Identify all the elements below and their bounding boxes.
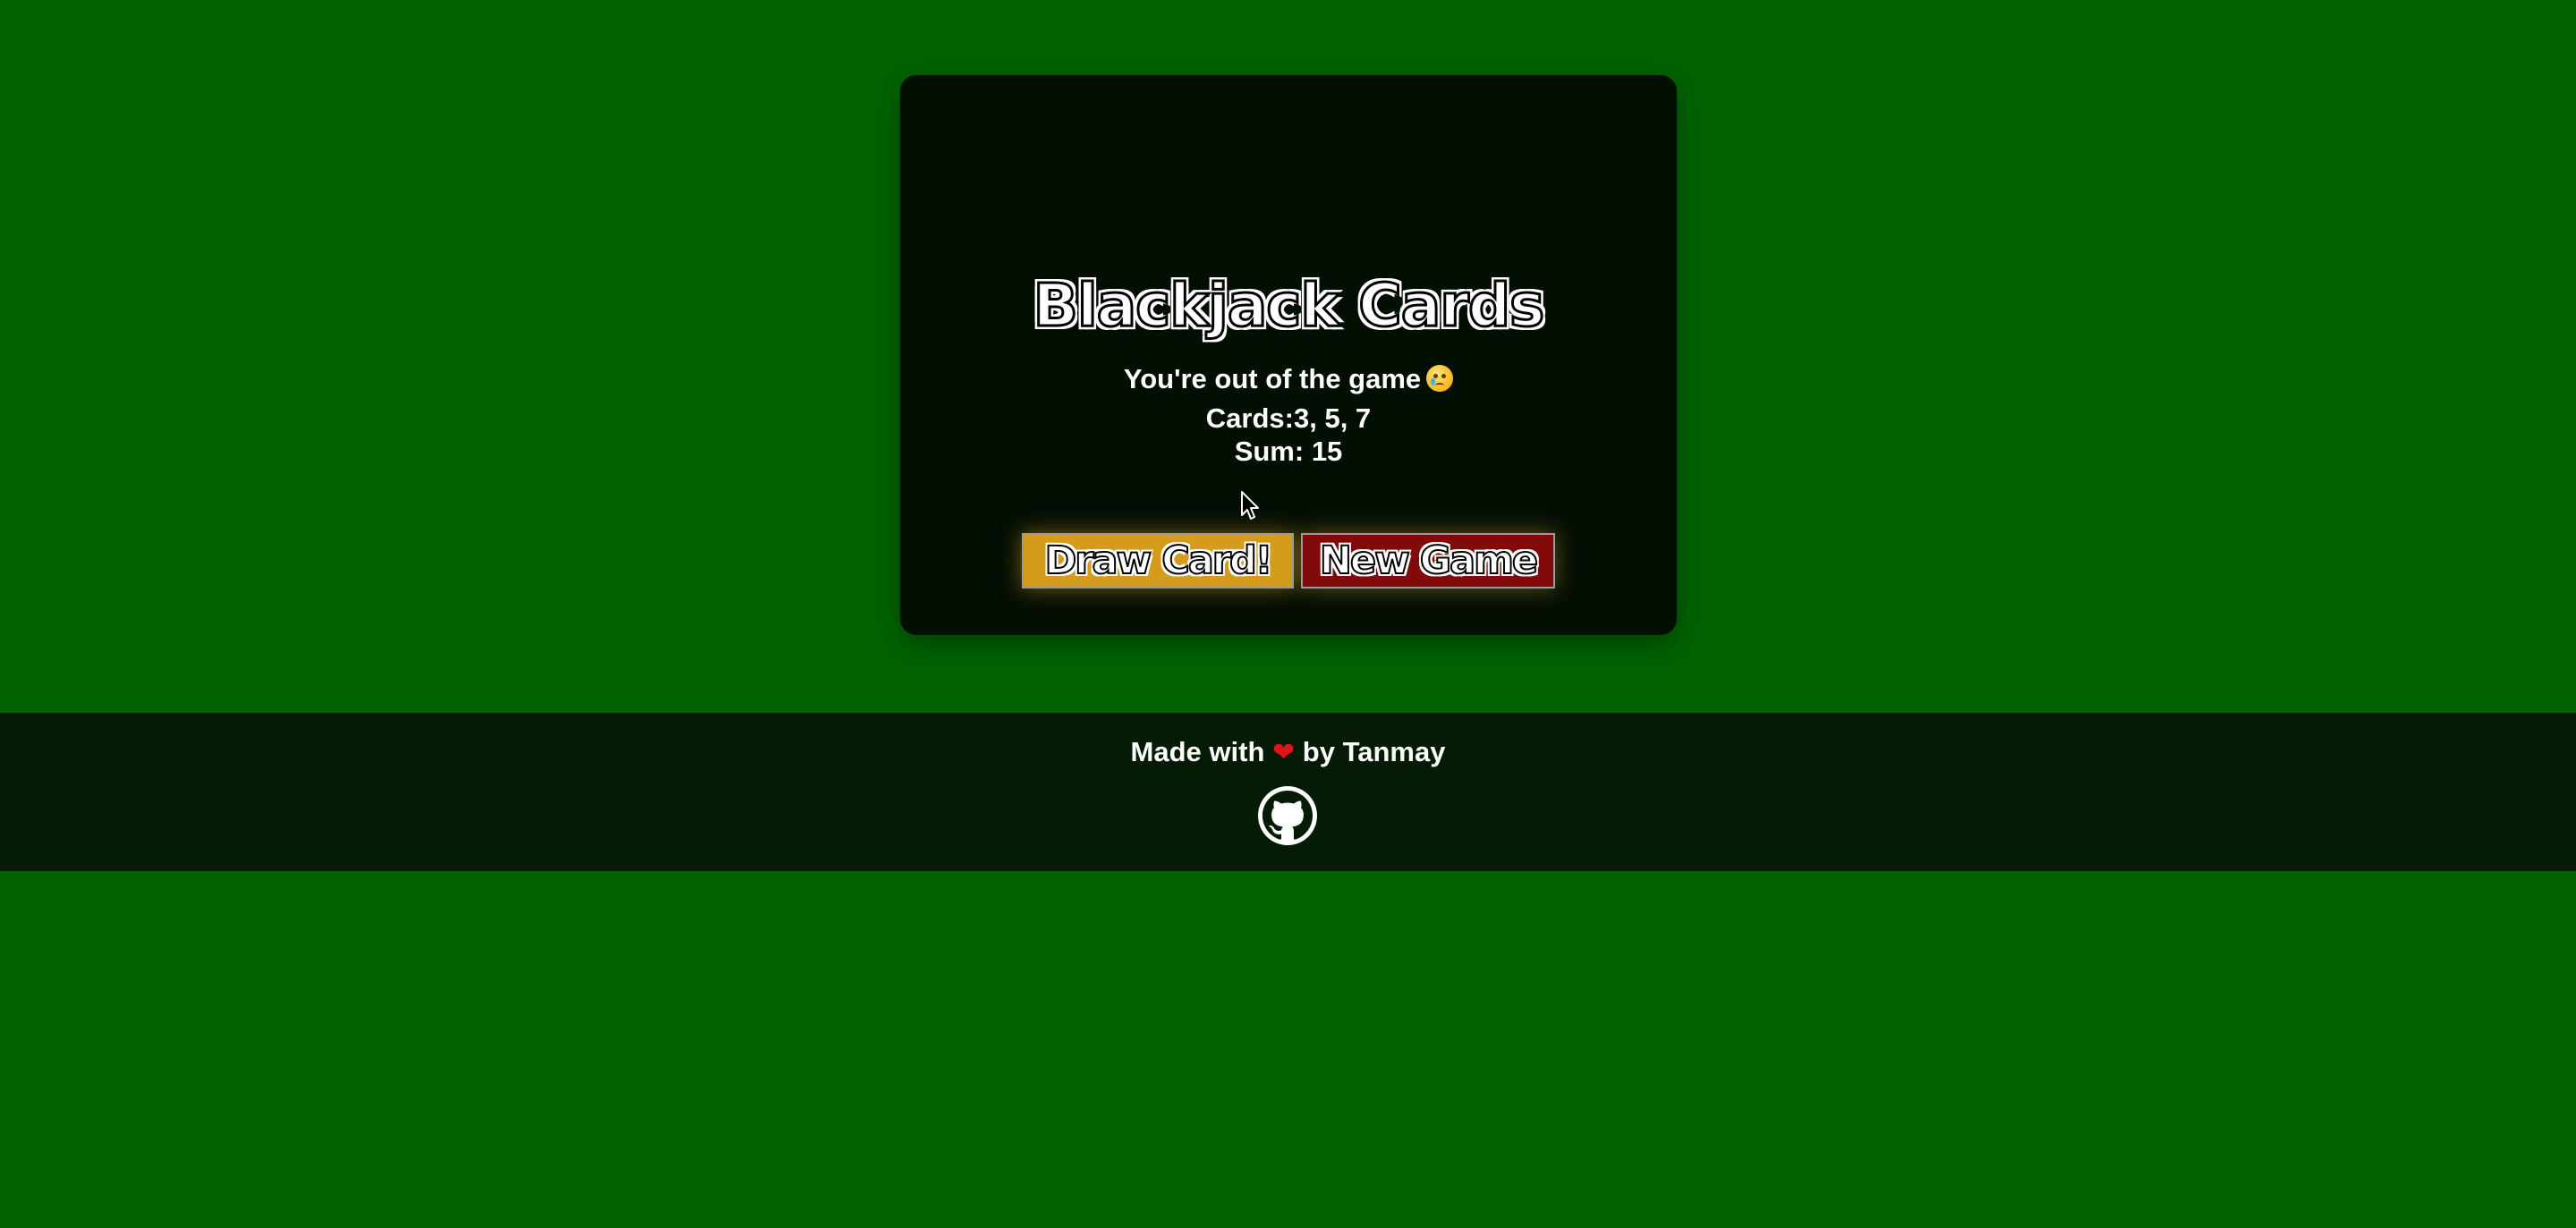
page: Blackjack Cards You're out of the game C… — [0, 0, 2576, 1228]
cards-values: 3, 5, 7 — [1294, 402, 1372, 434]
cards-display: Cards:3, 5, 7 — [900, 402, 1677, 436]
footer: Made with ❤ by Tanmay — [0, 713, 2576, 871]
cards-label: Cards: — [1205, 402, 1294, 434]
new-game-button[interactable]: New Game — [1301, 533, 1555, 589]
game-title: Blackjack Cards — [1032, 270, 1546, 342]
heart-icon: ❤ — [1272, 737, 1296, 768]
sum-label: Sum: — [1234, 436, 1312, 467]
crying-face-icon — [1426, 365, 1454, 392]
game-message-text: You're out of the game — [1123, 363, 1422, 394]
github-icon[interactable] — [1258, 786, 1317, 845]
sum-display: Sum: 15 — [900, 435, 1677, 469]
mouse-cursor-icon — [1241, 491, 1259, 520]
game-message: You're out of the game — [900, 361, 1677, 397]
footer-made-with: Made with — [1130, 736, 1265, 767]
draw-card-button[interactable]: Draw Card! — [1022, 533, 1294, 589]
game-panel: Blackjack Cards You're out of the game C… — [900, 75, 1677, 635]
sum-value: 15 — [1311, 436, 1343, 467]
footer-author: by Tanmay — [1302, 736, 1446, 767]
footer-credit: Made with ❤ by Tanmay — [0, 734, 2576, 771]
